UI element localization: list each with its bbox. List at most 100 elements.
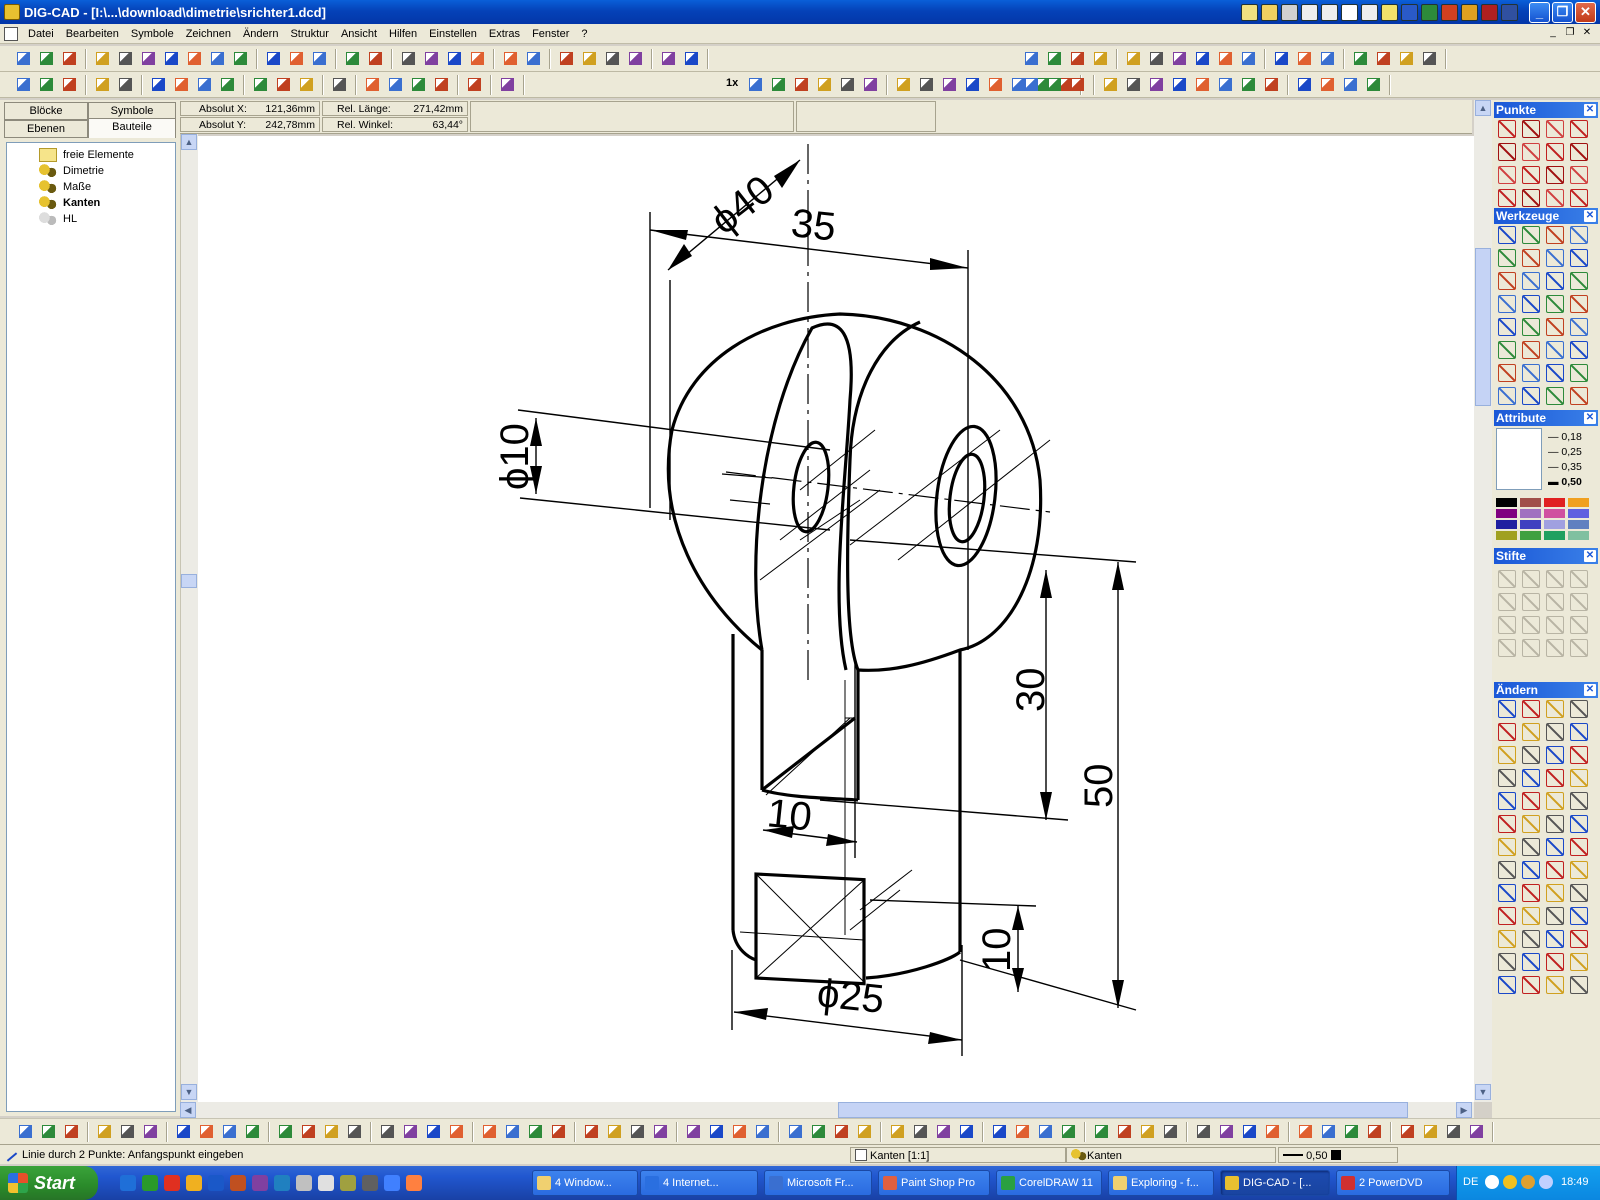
toolbar-button[interactable] bbox=[116, 75, 135, 94]
palette-tool-icon[interactable] bbox=[1570, 120, 1588, 138]
document-icon[interactable] bbox=[4, 26, 18, 41]
vertical-scroll-thumb[interactable] bbox=[1475, 248, 1491, 406]
toolbar-button[interactable] bbox=[659, 49, 678, 68]
toolbar-button[interactable] bbox=[1365, 1122, 1384, 1141]
toolbar-button[interactable] bbox=[707, 1122, 726, 1141]
toolbar-button[interactable] bbox=[888, 1122, 907, 1141]
palette-tool-icon[interactable] bbox=[1498, 387, 1516, 405]
palette-tool-icon[interactable] bbox=[1522, 593, 1540, 611]
menu-item-7[interactable]: Hilfen bbox=[383, 28, 423, 40]
palette-tool-icon[interactable] bbox=[1570, 364, 1588, 382]
quick-launch-icon[interactable] bbox=[164, 1175, 180, 1191]
palette-tool-icon[interactable] bbox=[1522, 746, 1540, 764]
close-icon[interactable]: ✕ bbox=[1584, 684, 1596, 696]
color-swatch[interactable] bbox=[1520, 498, 1541, 507]
taskbar-button[interactable]: Paint Shop Pro bbox=[878, 1170, 990, 1196]
palette-tool-icon[interactable] bbox=[1498, 570, 1516, 588]
palette-tool-icon[interactable] bbox=[1498, 746, 1516, 764]
toolbar-button[interactable] bbox=[682, 49, 701, 68]
toolbar-button[interactable] bbox=[1319, 1122, 1338, 1141]
toolbar-button[interactable] bbox=[1194, 1122, 1213, 1141]
color-swatch[interactable] bbox=[1520, 531, 1541, 540]
palette-tool-icon[interactable] bbox=[1570, 838, 1588, 856]
horizontal-scroll-thumb[interactable] bbox=[838, 1102, 1408, 1118]
tab-ebenen[interactable]: Ebenen bbox=[4, 120, 88, 138]
toolbar-button[interactable] bbox=[911, 1122, 930, 1141]
palette-tool-icon[interactable] bbox=[1498, 884, 1516, 902]
toolbar-button[interactable] bbox=[1216, 49, 1235, 68]
toolbar-button[interactable] bbox=[378, 1122, 397, 1141]
palette-tool-icon[interactable] bbox=[1546, 639, 1564, 657]
taskbar-button[interactable]: Exploring - f... bbox=[1108, 1170, 1214, 1196]
palette-tool-icon[interactable] bbox=[1498, 143, 1516, 161]
toolbar-button[interactable] bbox=[287, 49, 306, 68]
color-swatch[interactable] bbox=[1520, 520, 1541, 529]
toolbar-button[interactable] bbox=[1036, 1122, 1055, 1141]
menu-item-8[interactable]: Einstellen bbox=[423, 28, 483, 40]
palette-tool-icon[interactable] bbox=[1546, 143, 1564, 161]
toolbar-button[interactable] bbox=[243, 1122, 262, 1141]
toolbar-button[interactable] bbox=[297, 75, 316, 94]
quick-launch-icon[interactable] bbox=[142, 1175, 158, 1191]
mdi-close-button[interactable]: ✕ bbox=[1580, 27, 1594, 40]
palette-tool-icon[interactable] bbox=[1498, 953, 1516, 971]
drawing-canvas[interactable]: ϕ40 35 ϕ10 30 50 10 10 ϕ25 bbox=[198, 136, 1474, 1102]
palette-tool-icon[interactable] bbox=[1570, 226, 1588, 244]
toolbar-button[interactable] bbox=[174, 1122, 193, 1141]
toolbar-button[interactable] bbox=[684, 1122, 703, 1141]
line-width-item[interactable]: — 0,25 bbox=[1548, 445, 1598, 460]
palette-tool-icon[interactable] bbox=[1570, 295, 1588, 313]
tray-icon[interactable] bbox=[1485, 1175, 1499, 1189]
palette-tool-icon[interactable] bbox=[1546, 746, 1564, 764]
toolbar-button[interactable] bbox=[582, 1122, 601, 1141]
palette-tool-icon[interactable] bbox=[1498, 930, 1516, 948]
palette-tool-icon[interactable] bbox=[1498, 769, 1516, 787]
toolbar-button[interactable] bbox=[730, 1122, 749, 1141]
palette-tool-icon[interactable] bbox=[1498, 976, 1516, 994]
palette-tool-icon[interactable] bbox=[1546, 723, 1564, 741]
menu-item-3[interactable]: Zeichnen bbox=[180, 28, 237, 40]
close-icon[interactable]: ✕ bbox=[1584, 104, 1596, 116]
toolbar-button[interactable] bbox=[118, 1122, 137, 1141]
palette-tool-icon[interactable] bbox=[1498, 166, 1516, 184]
palette-tool-icon[interactable] bbox=[1522, 189, 1540, 207]
toolbar-button[interactable] bbox=[480, 1122, 499, 1141]
toolbar-button[interactable] bbox=[60, 75, 79, 94]
toolbar-button[interactable] bbox=[447, 1122, 466, 1141]
palette-tool-icon[interactable] bbox=[1546, 272, 1564, 290]
color-swatch[interactable] bbox=[1544, 498, 1565, 507]
toolbar-button[interactable] bbox=[1420, 49, 1439, 68]
toolbar-button[interactable] bbox=[1467, 1122, 1486, 1141]
toolbar-button[interactable] bbox=[386, 75, 405, 94]
palette-tool-icon[interactable] bbox=[1522, 953, 1540, 971]
minimize-button[interactable]: _ bbox=[1529, 1, 1550, 23]
toolbar-button[interactable] bbox=[1068, 75, 1087, 94]
toolbar-button[interactable] bbox=[1124, 49, 1143, 68]
palette-tool-icon[interactable] bbox=[1522, 570, 1540, 588]
palette-tool-icon[interactable] bbox=[1522, 318, 1540, 336]
color-swatch[interactable] bbox=[1568, 520, 1589, 529]
quick-launch-icon[interactable] bbox=[362, 1175, 378, 1191]
toolbar-button[interactable] bbox=[855, 1122, 874, 1141]
toolbar-button[interactable] bbox=[746, 75, 765, 94]
toolbar-button[interactable] bbox=[832, 1122, 851, 1141]
toolbar-button[interactable] bbox=[503, 1122, 522, 1141]
quick-launch-icon[interactable] bbox=[340, 1175, 356, 1191]
taskbar-button[interactable]: Microsoft Fr... bbox=[764, 1170, 872, 1196]
toolbar-button[interactable] bbox=[1193, 49, 1212, 68]
palette-tool-icon[interactable] bbox=[1546, 838, 1564, 856]
quick-launch-icon[interactable] bbox=[318, 1175, 334, 1191]
toolbar-button[interactable] bbox=[498, 75, 517, 94]
toolbar-button[interactable] bbox=[172, 75, 191, 94]
pen-color-swatch[interactable] bbox=[1330, 1150, 1341, 1160]
toolbar-button[interactable] bbox=[162, 49, 181, 68]
palette-tool-icon[interactable] bbox=[1570, 930, 1588, 948]
tray-icon[interactable] bbox=[1503, 1175, 1517, 1189]
toolbar-button[interactable] bbox=[218, 75, 237, 94]
palette-tool-icon[interactable] bbox=[1522, 166, 1540, 184]
palette-tool-icon[interactable] bbox=[1546, 907, 1564, 925]
palette-tool-icon[interactable] bbox=[1522, 364, 1540, 382]
left-panel-scrollbar[interactable]: ▲ ▼ bbox=[180, 134, 198, 1102]
palette-tool-icon[interactable] bbox=[1522, 792, 1540, 810]
toolbar-button[interactable] bbox=[1138, 1122, 1157, 1141]
